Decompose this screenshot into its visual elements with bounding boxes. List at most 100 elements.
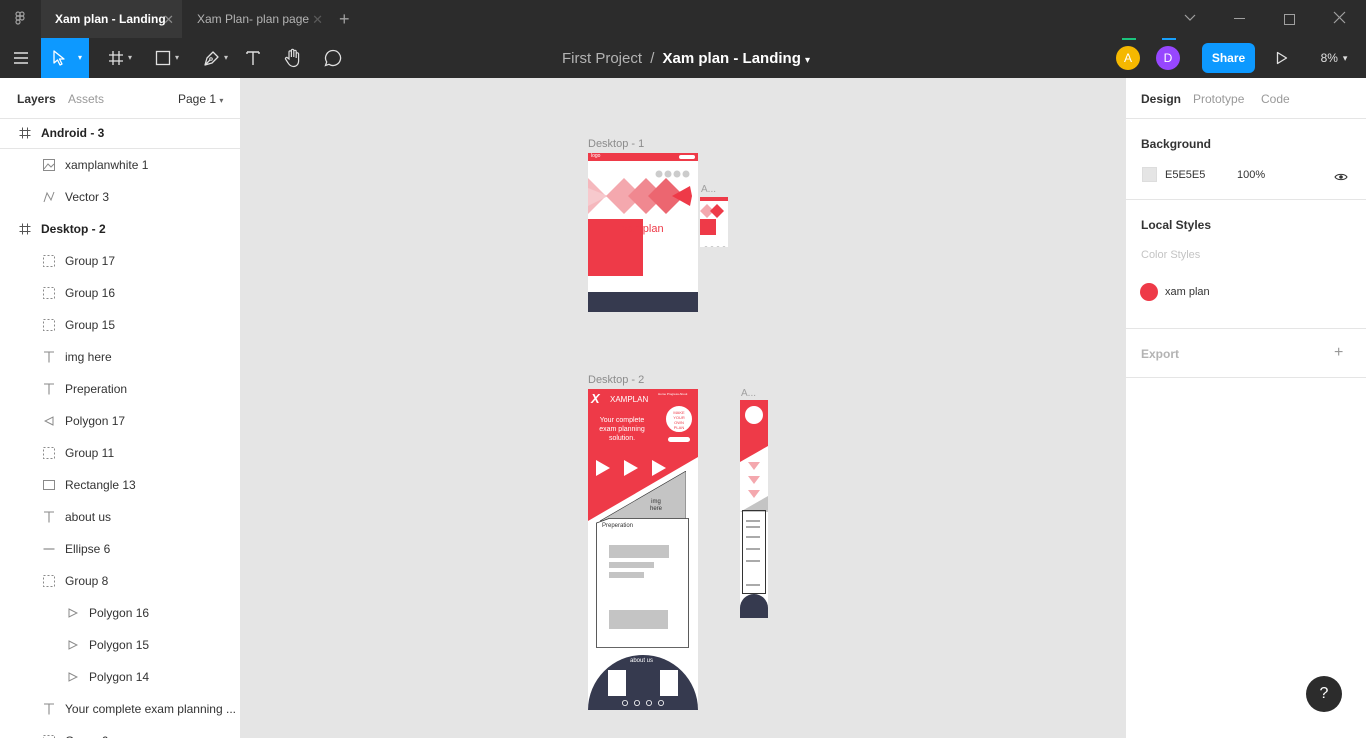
frame-label-android-small[interactable]: A... (701, 184, 716, 195)
frame-label-desktop-2[interactable]: Desktop - 2 (588, 374, 644, 386)
layer-name: Group 6 (65, 734, 108, 738)
rectangle-icon (42, 478, 56, 492)
avatar-d[interactable]: D (1156, 46, 1180, 70)
eye-icon[interactable] (1334, 169, 1348, 187)
frame-icon (109, 51, 123, 65)
new-tab-button[interactable]: + (339, 9, 350, 30)
style-swatch[interactable] (1140, 283, 1158, 301)
frame-label-android-3[interactable]: A... (741, 388, 756, 399)
zoom-dropdown[interactable]: 8% ▾ (1314, 38, 1354, 78)
tab-xam-plan-landing[interactable]: Xam plan - Landing ✕ (41, 0, 182, 38)
tab-assets[interactable]: Assets (68, 92, 104, 106)
d2-about-card (660, 670, 678, 696)
text-icon (42, 382, 56, 396)
layer-name: Polygon 15 (89, 638, 150, 652)
frame-desktop-2[interactable]: X XAMPLAN Home Progress About Your compl… (588, 389, 698, 710)
divider (1126, 118, 1366, 119)
help-button[interactable]: ? (1306, 676, 1342, 712)
layer-name: Group 8 (65, 574, 109, 588)
maximize-button[interactable] (1284, 14, 1295, 25)
layer-row[interactable]: Vector 3 (0, 181, 240, 213)
layer-row[interactable]: Group 15 (0, 309, 240, 341)
layer-name: Polygon 14 (89, 670, 150, 684)
d1-dots (655, 165, 695, 178)
a3-bar (746, 526, 760, 528)
background-opacity-input[interactable]: 100% (1237, 169, 1265, 181)
file-name[interactable]: Xam plan - Landing (663, 50, 801, 67)
layer-name: Desktop - 2 (41, 222, 106, 236)
layer-row[interactable]: Polygon 15 (0, 629, 240, 661)
canvas[interactable]: Desktop - 1 logo xamplan A... Desktop - … (241, 78, 1125, 738)
move-tool-button[interactable]: ▾ (41, 38, 89, 78)
cursor-icon (53, 50, 65, 66)
tab-xam-plan-plan-page[interactable]: Xam Plan- plan page ✕ (183, 0, 331, 38)
figma-menu-icon[interactable] (12, 11, 28, 27)
layer-row[interactable]: Polygon 16 (0, 597, 240, 629)
main-menu-button[interactable] (0, 38, 41, 78)
tab-prototype[interactable]: Prototype (1193, 92, 1244, 106)
layer-row[interactable]: Group 11 (0, 437, 240, 469)
layer-row[interactable]: Desktop - 2 (0, 213, 240, 245)
present-button[interactable] (1272, 38, 1292, 78)
layer-row[interactable]: img here (0, 341, 240, 373)
layer-row[interactable]: about us (0, 501, 240, 533)
tab-code[interactable]: Code (1261, 92, 1290, 106)
tab-layers[interactable]: Layers (17, 92, 56, 106)
close-tab-icon[interactable]: ✕ (163, 12, 174, 28)
frame-desktop-1[interactable]: logo xamplan (588, 153, 698, 312)
as-header (700, 197, 728, 201)
layer-row[interactable]: Preperation (0, 373, 240, 405)
tab-label: Xam plan - Landing (55, 12, 166, 26)
layers-panel: Layers Assets Page 1 ▾ Android - 3 xampla… (0, 78, 241, 738)
d2-img-placeholder (600, 471, 686, 521)
layer-row[interactable]: Group 17 (0, 245, 240, 277)
text-tool-button[interactable] (240, 38, 266, 78)
close-window-button[interactable] (1333, 11, 1346, 27)
background-swatch[interactable] (1142, 167, 1157, 182)
comment-tool-button[interactable] (320, 38, 346, 78)
a3-bar (746, 560, 760, 562)
page-selector[interactable]: Page 1 ▾ (178, 92, 223, 106)
shape-tool-button[interactable]: ▾ (143, 38, 183, 78)
chevron-down-icon[interactable]: ▾ (805, 55, 810, 66)
image-icon (42, 158, 56, 172)
share-button[interactable]: Share (1202, 43, 1255, 73)
layer-row[interactable]: Group 6 (0, 725, 240, 738)
layer-row[interactable]: Polygon 14 (0, 661, 240, 693)
frame-android-3[interactable] (740, 400, 768, 618)
polygon-icon (42, 414, 56, 428)
frame-tool-button[interactable]: ▾ (96, 38, 136, 78)
layer-name: Polygon 17 (65, 414, 126, 428)
frame-label-desktop-1[interactable]: Desktop - 1 (588, 138, 644, 150)
tab-design[interactable]: Design (1141, 92, 1181, 106)
project-name[interactable]: First Project (562, 50, 642, 67)
layer-row[interactable]: Polygon 17 (0, 405, 240, 437)
frame-android-small[interactable] (700, 197, 728, 247)
minimize-button[interactable] (1234, 18, 1245, 19)
pen-icon (204, 51, 219, 66)
layer-row[interactable]: Ellipse 6 (0, 533, 240, 565)
d2-prep-bar (609, 610, 668, 629)
layer-row[interactable]: Android - 3 (0, 117, 240, 149)
layer-name: Ellipse 6 (65, 542, 111, 556)
layer-row[interactable]: Rectangle 13 (0, 469, 240, 501)
avatar-a[interactable]: A (1116, 46, 1140, 70)
pen-tool-button[interactable]: ▾ (192, 38, 232, 78)
d1-logo: logo (591, 153, 601, 159)
chevron-down-icon[interactable] (1184, 10, 1196, 26)
add-export-icon[interactable]: + (1334, 344, 1343, 362)
layer-row[interactable]: xamplanwhite 1 (0, 149, 240, 181)
layer-row[interactable]: Your complete exam planning ... (0, 693, 240, 725)
d2-brand: XAMPLAN (610, 395, 649, 404)
background-hex-input[interactable]: E5E5E5 (1165, 169, 1205, 181)
layer-name: Polygon 16 (89, 606, 150, 620)
layer-name: Vector 3 (65, 190, 110, 204)
close-tab-icon[interactable]: ✕ (312, 12, 323, 28)
d2-badge: MAKE YOUR OWN PLAN (665, 405, 693, 433)
layer-row[interactable]: Group 16 (0, 277, 240, 309)
hand-tool-button[interactable] (280, 38, 306, 78)
chevron-down-icon: ▾ (1342, 52, 1348, 63)
group-icon (42, 254, 56, 268)
layer-row[interactable]: Group 8 (0, 565, 240, 597)
style-name[interactable]: xam plan (1165, 286, 1210, 298)
